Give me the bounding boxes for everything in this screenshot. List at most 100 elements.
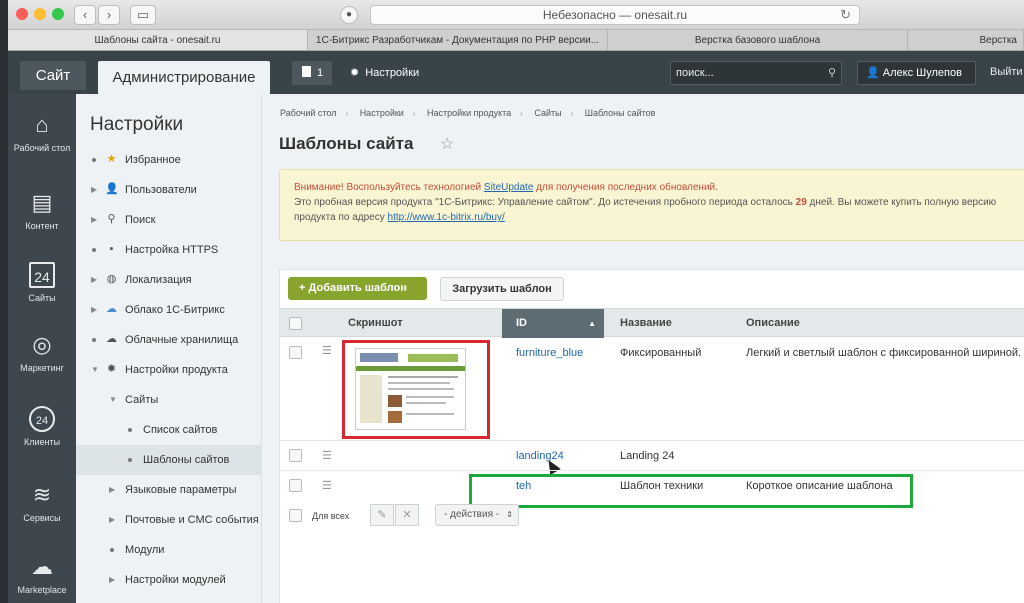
row-checkbox[interactable] xyxy=(289,346,302,359)
delete-x-icon[interactable]: ✕ xyxy=(395,504,419,526)
gear-icon: ✹ xyxy=(350,67,360,79)
buy-link[interactable]: http://www.1c-bitrix.ru/buy/ xyxy=(388,212,505,223)
exit-link[interactable]: Выйти xyxy=(990,66,1023,78)
forward-arrow-icon[interactable]: › xyxy=(98,5,120,25)
edit-pencil-icon[interactable]: ✎ xyxy=(370,504,394,526)
user-button[interactable]: 👤 Алекс Шулепов xyxy=(857,61,976,85)
column-id[interactable]: ID ▲ xyxy=(502,309,604,338)
submenu-label: Настройка HTTPS xyxy=(125,244,219,256)
submenu-item-search[interactable]: ▶ ⚲ Поиск xyxy=(76,205,262,235)
menu-item-marketing[interactable]: ◎ Маркетинг xyxy=(8,332,76,373)
menu-item-services[interactable]: ≋ Сервисы xyxy=(8,482,76,523)
submenu-item-modules[interactable]: Модули xyxy=(76,535,262,565)
submenu-item-module-settings[interactable]: ▶ Настройки модулей xyxy=(76,565,262,595)
submenu-item-site-list[interactable]: Список сайтов xyxy=(76,415,262,445)
submenu-item-sites[interactable]: ▼ Сайты xyxy=(76,385,262,415)
row-checkbox[interactable] xyxy=(289,479,302,492)
minimize-window-icon[interactable] xyxy=(34,8,46,20)
search-icon[interactable]: ⚲ xyxy=(828,62,836,84)
column-screenshot[interactable]: Скриншот xyxy=(348,309,403,338)
trial-notice: Внимание! Воспользуйтесь технологией Sit… xyxy=(279,169,1024,241)
sidebar-toggle-icon[interactable]: ▭ xyxy=(130,5,156,25)
column-name[interactable]: Название xyxy=(620,309,672,338)
expand-arrow-icon[interactable]: ▶ xyxy=(91,175,97,205)
expand-arrow-icon[interactable]: ▶ xyxy=(91,205,97,235)
expand-arrow-icon[interactable]: ▶ xyxy=(91,295,97,325)
breadcrumb-item[interactable]: Настройки xyxy=(360,108,404,118)
submenu-item-site-templates[interactable]: Шаблоны сайтов xyxy=(76,445,262,475)
row-menu-icon[interactable]: ☰ xyxy=(322,479,332,492)
breadcrumb-item[interactable]: Шаблоны сайтов xyxy=(585,108,656,118)
left-menu: ⌂ Рабочий стол ▤ Контент 24 Сайты ◎ Маркетин… xyxy=(8,94,76,603)
reload-icon[interactable]: ↻ xyxy=(840,6,851,24)
submenu-item-language[interactable]: ▶ Языковые параметры xyxy=(76,475,262,505)
load-template-button[interactable]: Загрузить шаблон xyxy=(440,277,564,301)
menu-item-desktop[interactable]: ⌂ Рабочий стол xyxy=(8,112,76,153)
menu-item-sites[interactable]: 24 Сайты xyxy=(8,262,76,303)
actions-select[interactable]: - действия - ⇕ xyxy=(435,504,519,526)
notifications-button[interactable]: 1 xyxy=(292,61,332,85)
settings-submenu: Настройки ★ Избранное ▶ 👤 Пользователи ▶ ⚲ По… xyxy=(76,94,262,603)
submenu-item-https[interactable]: ▪ Настройка HTTPS xyxy=(76,235,262,265)
row-menu-icon[interactable]: ☰ xyxy=(322,449,332,462)
browser-tab-3[interactable]: Верстка базового шаблона xyxy=(608,30,908,50)
template-name: Landing 24 xyxy=(620,450,675,462)
submenu-item-users[interactable]: ▶ 👤 Пользователи xyxy=(76,175,262,205)
browser-tab-1[interactable]: Шаблоны сайта - onesait.ru xyxy=(8,30,308,50)
template-id-link[interactable]: furniture_blue xyxy=(516,347,583,359)
expand-arrow-icon[interactable]: ▶ xyxy=(109,505,115,535)
home-icon: ⌂ xyxy=(35,112,49,137)
breadcrumb-item[interactable]: Настройки продукта xyxy=(427,108,511,118)
submenu-label: Настройки продукта xyxy=(125,364,228,376)
collapse-arrow-icon[interactable]: ▼ xyxy=(91,355,99,385)
submenu-item-mail-events[interactable]: ▶ Почтовые и СМС события xyxy=(76,505,262,535)
grid-footer: Для всех ✎ ✕ - действия - ⇕ xyxy=(280,500,1024,530)
expand-arrow-icon[interactable]: ▶ xyxy=(109,475,115,505)
submenu-item-cloud[interactable]: ▶ ☁ Облако 1С-Битрикс xyxy=(76,295,262,325)
menu-item-clients[interactable]: 24 Клиенты xyxy=(8,406,76,447)
select-all-checkbox[interactable] xyxy=(289,317,302,330)
add-template-button[interactable]: + Добавить шаблон xyxy=(288,277,427,300)
collapse-arrow-icon[interactable]: ▼ xyxy=(109,385,117,415)
settings-link[interactable]: ✹ Настройки xyxy=(350,66,419,79)
row-checkbox[interactable] xyxy=(289,449,302,462)
submenu-item-storage[interactable]: ☁ Облачные хранилища xyxy=(76,325,262,355)
maximize-window-icon[interactable] xyxy=(52,8,64,20)
close-window-icon[interactable] xyxy=(16,8,28,20)
siteupdate-link[interactable]: SiteUpdate xyxy=(484,182,533,193)
submenu-item-favorites[interactable]: ★ Избранное xyxy=(76,145,262,175)
breadcrumb-item[interactable]: Сайты xyxy=(534,108,561,118)
admin-button[interactable]: Администрирование xyxy=(98,61,270,94)
address-bar[interactable]: Небезопасно — onesait.ru ↻ xyxy=(370,5,860,25)
site-button[interactable]: Сайт xyxy=(20,61,86,90)
button-label: Добавить шаблон xyxy=(308,282,407,294)
menu-item-marketplace[interactable]: ☁ Marketplace xyxy=(8,554,76,595)
gear-icon: ✹ xyxy=(106,363,117,375)
row-menu-icon[interactable]: ☰ xyxy=(322,344,332,357)
table-row[interactable]: ☰ teh Шаблон техники Короткое описание ш… xyxy=(280,471,1024,508)
highlight-red-box xyxy=(342,340,490,439)
menu-item-content[interactable]: ▤ Контент xyxy=(8,190,76,231)
select-all-footer-checkbox[interactable] xyxy=(289,509,302,522)
submenu-item-product-settings[interactable]: ▼ ✹ Настройки продукта xyxy=(76,355,262,385)
chevron-right-icon: › xyxy=(412,109,416,118)
expand-arrow-icon[interactable]: ▶ xyxy=(91,265,97,295)
flag-icon xyxy=(302,66,311,77)
column-label: ID xyxy=(516,317,527,329)
actions-value: - действия - xyxy=(444,509,500,520)
table-row[interactable]: ☰ landing24 Landing 24 xyxy=(280,441,1024,471)
browser-tab-2[interactable]: 1С-Битрикс Разработчикам - Документация … xyxy=(308,30,608,50)
submenu-item-localization[interactable]: ▶ ◍ Локализация xyxy=(76,265,262,295)
template-id-link[interactable]: landing24 xyxy=(516,450,564,462)
star-icon: ★ xyxy=(106,153,117,165)
back-arrow-icon[interactable]: ‹ xyxy=(74,5,96,25)
breadcrumb-item[interactable]: Рабочий стол xyxy=(280,108,337,118)
browser-tab-4[interactable]: Верстка xyxy=(908,30,1024,50)
expand-arrow-icon[interactable]: ▶ xyxy=(109,565,115,595)
notice-warning: Внимание! Воспользуйтесь технологией Sit… xyxy=(294,180,1019,195)
column-description[interactable]: Описание xyxy=(746,309,800,338)
privacy-icon[interactable]: ● xyxy=(340,6,358,24)
favorite-star-icon[interactable]: ☆ xyxy=(440,134,454,154)
table-row[interactable]: ☰ furniture_blue Фиксированный Легкий и … xyxy=(280,338,1024,476)
search-input[interactable]: поиск... ⚲ xyxy=(670,61,842,85)
